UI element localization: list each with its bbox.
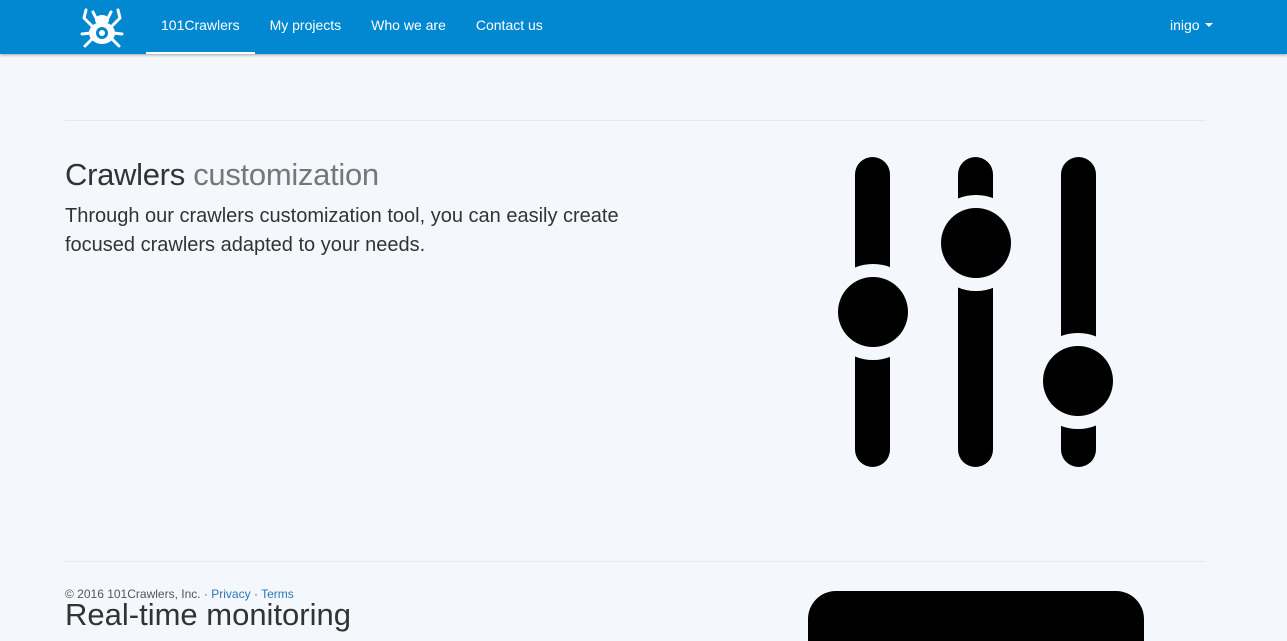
feature-title: Crawlers customization xyxy=(65,157,379,193)
feature-illustration xyxy=(825,157,1126,474)
next-feature-title: Real-time monitoring xyxy=(65,597,351,632)
section-divider-bottom xyxy=(65,561,1205,562)
user-menu-toggle[interactable]: inigo xyxy=(1170,0,1213,54)
feature-description: Through our crawlers customization tool,… xyxy=(65,205,619,256)
nav-item-101crawlers[interactable]: 101Crawlers xyxy=(146,0,255,54)
footer-separator: · xyxy=(253,587,258,601)
sliders-icon xyxy=(825,157,1126,467)
nav-item-who-we-are[interactable]: Who we are xyxy=(356,0,461,54)
top-navbar: 101Crawlers My projects Who we are Conta… xyxy=(0,0,1287,54)
brand-logo[interactable] xyxy=(78,5,126,49)
privacy-link[interactable]: Privacy xyxy=(211,587,250,601)
feature-title-muted: customization xyxy=(193,157,379,192)
user-name: inigo xyxy=(1170,17,1200,33)
nav-item-my-projects[interactable]: My projects xyxy=(255,0,357,54)
next-feature-illustration xyxy=(808,591,1144,641)
section-divider-top xyxy=(65,120,1205,121)
footer-copyright: © 2016 101Crawlers, Inc. · xyxy=(65,587,208,601)
terms-link[interactable]: Terms xyxy=(261,587,294,601)
caret-down-icon xyxy=(1204,23,1213,28)
feature-title-main: Crawlers xyxy=(65,157,185,192)
footer: © 2016 101Crawlers, Inc. · Privacy · Ter… xyxy=(65,587,294,601)
spider-logo-icon xyxy=(80,8,124,48)
nav-item-contact-us[interactable]: Contact us xyxy=(461,0,558,54)
main-nav: 101Crawlers My projects Who we are Conta… xyxy=(146,0,558,54)
